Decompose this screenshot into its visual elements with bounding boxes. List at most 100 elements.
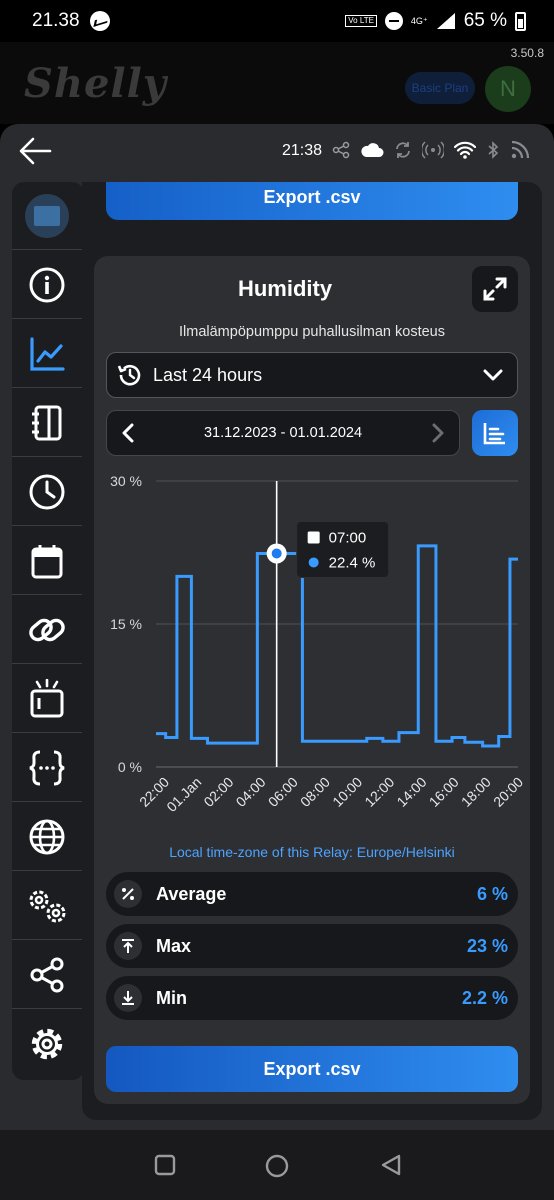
tooltip-series-dot [308, 557, 319, 568]
stat-max-value: 23 % [466, 935, 508, 956]
notebook-icon [32, 405, 62, 440]
gears-icon [29, 890, 66, 922]
x-tick-label: 02:00 [200, 774, 236, 810]
nav-notebook[interactable] [12, 389, 82, 457]
volte-icon: Vo LTE [345, 15, 377, 27]
x-tick-label: 10:00 [329, 774, 365, 810]
status-bar: 21.38 Vo LTE 4G⁺ 65 % [0, 0, 554, 42]
chart-type-button[interactable] [472, 410, 518, 456]
stat-min-label: Min [156, 987, 187, 1008]
action-icon [30, 678, 64, 717]
app-header: Shelly 3.50.8 Basic Plan N [0, 42, 554, 124]
bluetooth-icon [488, 141, 499, 159]
back-button-icon[interactable] [380, 1154, 402, 1176]
history-icon [117, 364, 141, 386]
chevron-down-icon [483, 369, 503, 381]
nav-info[interactable] [12, 251, 82, 319]
connection-icons [332, 140, 530, 160]
x-tick-label: 06:00 [265, 774, 301, 810]
share-nodes-icon [30, 957, 64, 992]
gear-icon [31, 1028, 63, 1060]
device-image [25, 193, 69, 238]
side-nav [12, 182, 84, 1080]
plan-badge[interactable]: Basic Plan [405, 72, 475, 104]
x-tick-label: 20:00 [490, 774, 526, 810]
home-button-icon[interactable] [265, 1154, 289, 1178]
device-thumbnail[interactable] [12, 182, 82, 250]
x-tick-label: 01.Jan [163, 774, 204, 815]
nav-actions[interactable] [12, 665, 82, 733]
calendar-icon [31, 544, 63, 578]
card-title: Humidity [237, 276, 333, 301]
battery-icon [515, 11, 526, 31]
expand-arrows-icon [483, 277, 507, 301]
x-tick-label: 08:00 [297, 774, 333, 810]
y-tick-label: 30 % [110, 473, 142, 489]
export-csv-button-top[interactable]: Export .csv [106, 182, 518, 220]
nav-scripts[interactable] [12, 734, 82, 802]
x-tick-label: 12:00 [361, 774, 397, 810]
nav-web[interactable] [12, 803, 82, 871]
cursor-point [271, 548, 282, 559]
battery-percent: 65 % [463, 10, 507, 31]
chevron-left-icon[interactable] [121, 423, 135, 443]
device-time: 21:38 [282, 142, 323, 159]
humidity-card: Humidity Ilmalämpöpumppu puhallusilman k… [94, 256, 530, 1104]
nav-settings[interactable] [12, 1010, 82, 1078]
stat-max-label: Max [156, 935, 192, 956]
period-select[interactable]: Last 24 hours [106, 352, 518, 398]
android-nav-bar [0, 1130, 554, 1200]
stat-average-label: Average [156, 883, 227, 904]
timezone-note: Local time-zone of this Relay: Europe/He… [169, 844, 455, 860]
messenger-icon [89, 11, 110, 31]
stat-max: Max 23 % [106, 924, 518, 968]
cloud-icon [361, 143, 384, 157]
content-area: Export .csv Humidity Ilmalämpöpumppu puh… [82, 182, 542, 1120]
humidity-chart[interactable]: 0 %15 %30 %22:0001.Jan02:0004:0006:0008:… [94, 461, 530, 841]
rss-icon [511, 140, 530, 159]
export-csv-button[interactable]: Export .csv [106, 1046, 518, 1092]
status-time: 21.38 [32, 10, 80, 31]
code-braces-icon [29, 750, 65, 785]
do-not-disturb-icon [384, 12, 403, 30]
x-tick-label: 04:00 [233, 774, 269, 810]
x-tick-label: 18:00 [458, 774, 494, 810]
avatar[interactable]: N [485, 66, 531, 112]
expand-button[interactable] [472, 266, 518, 312]
nav-links[interactable] [12, 596, 82, 664]
device-top-bar: 21:38 [0, 124, 554, 180]
globe-icon [29, 819, 65, 854]
percent-icon [114, 880, 142, 908]
nav-advanced-settings[interactable] [12, 872, 82, 940]
back-arrow-icon[interactable] [18, 136, 52, 166]
chevron-right-icon[interactable] [431, 423, 445, 443]
network-type-label: 4G⁺ [410, 15, 428, 26]
stat-min-value: 2.2 % [461, 987, 508, 1008]
arrow-down-bar-icon [114, 984, 142, 1012]
arrow-up-bar-icon [114, 932, 142, 960]
sync-icon [396, 142, 410, 158]
nav-calendar[interactable] [12, 527, 82, 595]
x-tick-label: 16:00 [426, 774, 462, 810]
device-panel: 21:38 Export .csv Humidity Ilmalämpöpump… [0, 124, 554, 1130]
recents-button-icon[interactable] [154, 1154, 176, 1176]
shelly-logo: Shelly [24, 60, 168, 107]
clock-icon [29, 474, 65, 509]
tooltip-time: 07:00 [329, 529, 367, 546]
tooltip-calendar-icon [307, 531, 320, 544]
share-icon [332, 141, 350, 159]
app-version: 3.50.8 [510, 46, 544, 60]
y-tick-label: 0 % [118, 759, 142, 775]
nav-share[interactable] [12, 941, 82, 1009]
nav-schedule[interactable] [12, 458, 82, 526]
broadcast-icon [422, 141, 444, 159]
tooltip-value: 22.4 % [329, 554, 376, 571]
stat-min: Min 2.2 % [106, 976, 518, 1020]
stat-average: Average 6 % [106, 872, 518, 916]
date-range-label: 31.12.2023 - 01.01.2024 [203, 425, 363, 441]
nav-charts[interactable] [12, 320, 82, 388]
link-icon [29, 618, 65, 641]
status-icons: Vo LTE 4G⁺ 65 % [345, 10, 526, 32]
chart-line-icon [30, 336, 65, 371]
y-tick-label: 15 % [110, 616, 142, 632]
